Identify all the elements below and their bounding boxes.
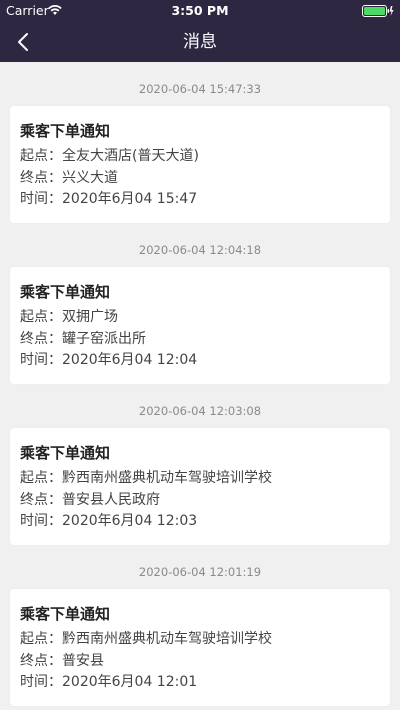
message-time: 时间：2020年6月04 12:03	[20, 513, 198, 529]
page-title: 消息	[183, 32, 217, 52]
message-group: 2020-06-04 15:47:33 乘客下单通知 起点：全友大酒店(普天大道…	[0, 62, 400, 223]
message-list: 2020-06-04 15:47:33 乘客下单通知 起点：全友大酒店(普天大道…	[0, 62, 400, 706]
header: Carrier 3:50 PM 消息	[0, 0, 400, 62]
message-card[interactable]: 乘客下单通知 起点：全友大酒店(普天大道) 终点：兴义大道 时间：2020年6月…	[10, 106, 390, 223]
message-start: 起点：黔西南州盛典机动车驾驶培训学校	[20, 631, 272, 647]
message-timestamp: 2020-06-04 12:01:19	[138, 565, 262, 579]
message-end: 终点：普安县人民政府	[20, 491, 160, 508]
message-group: 2020-06-04 12:01:19 乘客下单通知 起点：黔西南州盛典机动车驾…	[0, 545, 400, 706]
battery-icon	[362, 5, 394, 17]
nav-bar: 消息	[0, 22, 400, 62]
message-time: 时间：2020年6月04 12:01	[20, 674, 198, 690]
message-end: 终点：兴义大道	[20, 169, 118, 186]
back-button[interactable]	[8, 24, 38, 60]
message-end: 终点：普安县	[20, 652, 104, 669]
message-timestamp: 2020-06-04 15:47:33	[138, 82, 262, 96]
message-title: 乘客下单通知	[20, 605, 111, 623]
message-time: 时间：2020年6月04 12:04	[20, 352, 198, 368]
message-title: 乘客下单通知	[20, 283, 111, 301]
message-start: 起点：黔西南州盛典机动车驾驶培训学校	[20, 470, 272, 486]
chevron-left-icon	[18, 33, 28, 51]
message-timestamp: 2020-06-04 12:03:08	[138, 404, 262, 418]
status-time: 3:50 PM	[171, 3, 229, 18]
message-time: 时间：2020年6月04 15:47	[20, 191, 198, 207]
message-end: 终点：罐子窑派出所	[20, 330, 146, 347]
message-title: 乘客下单通知	[20, 122, 111, 140]
message-title: 乘客下单通知	[20, 444, 111, 462]
message-card[interactable]: 乘客下单通知 起点：黔西南州盛典机动车驾驶培训学校 终点：普安县 时间：2020…	[10, 589, 390, 706]
message-group: 2020-06-04 12:04:18 乘客下单通知 起点：双拥广场 终点：罐子…	[0, 223, 400, 384]
message-start: 起点：双拥广场	[20, 309, 118, 325]
message-card[interactable]: 乘客下单通知 起点：双拥广场 终点：罐子窑派出所 时间：2020年6月04 12…	[10, 267, 390, 384]
message-group: 2020-06-04 12:03:08 乘客下单通知 起点：黔西南州盛典机动车驾…	[0, 384, 400, 545]
status-bar: Carrier 3:50 PM	[0, 0, 400, 22]
message-card[interactable]: 乘客下单通知 起点：黔西南州盛典机动车驾驶培训学校 终点：普安县人民政府 时间：…	[10, 428, 390, 545]
message-start: 起点：全友大酒店(普天大道)	[20, 148, 199, 164]
message-timestamp: 2020-06-04 12:04:18	[138, 243, 262, 257]
